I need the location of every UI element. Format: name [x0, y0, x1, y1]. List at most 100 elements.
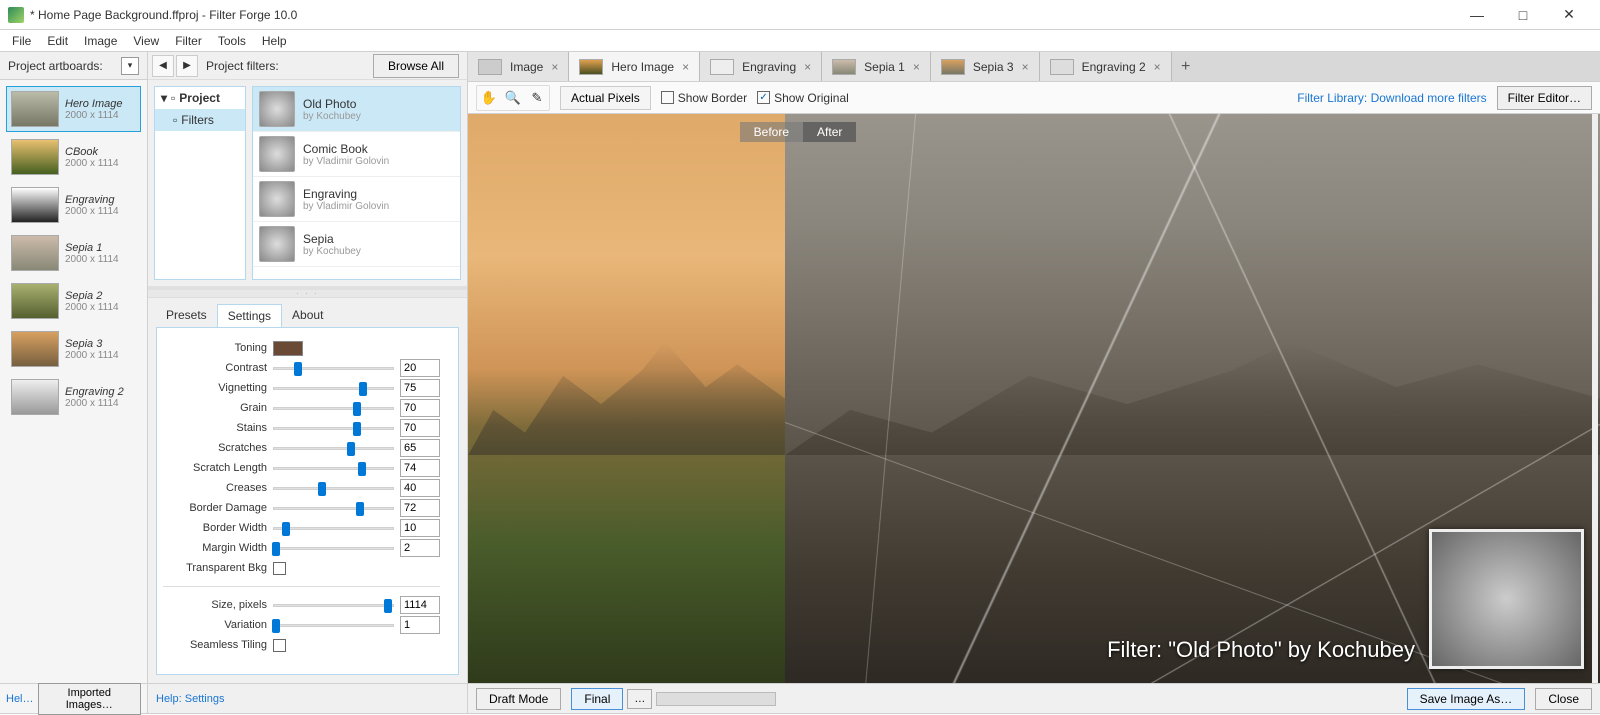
- close-window-button[interactable]: ✕: [1546, 0, 1592, 30]
- margin-width-value[interactable]: [400, 539, 440, 557]
- variation-value[interactable]: [400, 616, 440, 634]
- scratch-length-value[interactable]: [400, 459, 440, 477]
- document-tab[interactable]: Hero Image ×: [569, 52, 700, 81]
- variation-label: Variation: [163, 619, 273, 631]
- variation-slider[interactable]: [273, 618, 394, 632]
- creases-value[interactable]: [400, 479, 440, 497]
- close-tab-icon[interactable]: ×: [682, 60, 689, 74]
- filter-author: by Kochubey: [303, 111, 361, 122]
- artboard-item[interactable]: Hero Image 2000 x 1114: [6, 86, 141, 132]
- zoom-tool-icon[interactable]: 🔍: [503, 88, 523, 108]
- artboard-item[interactable]: CBook 2000 x 1114: [6, 134, 141, 180]
- nav-forward-button[interactable]: ▶: [176, 55, 198, 77]
- settings-panel: Toning Contrast Vignetting Grain Stains …: [156, 327, 459, 675]
- render-progress: [656, 692, 776, 706]
- actual-pixels-button[interactable]: Actual Pixels: [560, 86, 651, 110]
- border-width-value[interactable]: [400, 519, 440, 537]
- document-tabs: Image × Hero Image × Engraving × Sepia 1…: [468, 52, 1600, 82]
- minimize-button[interactable]: —: [1454, 0, 1500, 30]
- grain-label: Grain: [163, 402, 273, 414]
- menu-image[interactable]: Image: [76, 32, 125, 50]
- browse-all-button[interactable]: Browse All: [373, 54, 459, 78]
- size-pixels-value[interactable]: [400, 596, 440, 614]
- preview-canvas[interactable]: Before After Filter: "Old Photo" by Koch…: [468, 114, 1600, 683]
- preset-thumbnail[interactable]: [1429, 529, 1584, 669]
- document-tab[interactable]: Engraving 2 ×: [1040, 52, 1172, 81]
- close-button[interactable]: Close: [1535, 688, 1592, 710]
- toning-color-swatch[interactable]: [273, 341, 303, 356]
- artboard-item[interactable]: Engraving 2000 x 1114: [6, 182, 141, 228]
- filter-item[interactable]: Engraving by Vladimir Golovin: [253, 177, 460, 222]
- border-width-slider[interactable]: [273, 521, 394, 535]
- close-tab-icon[interactable]: ×: [1154, 60, 1161, 74]
- nav-back-button[interactable]: ◀: [152, 55, 174, 77]
- show-border-checkbox[interactable]: Show Border: [661, 91, 747, 105]
- document-tab[interactable]: Engraving ×: [700, 52, 822, 81]
- artboards-menu-button[interactable]: ▾: [121, 57, 139, 75]
- final-options-button[interactable]: …: [627, 689, 652, 709]
- close-tab-icon[interactable]: ×: [913, 60, 920, 74]
- menu-file[interactable]: File: [4, 32, 39, 50]
- border-damage-value[interactable]: [400, 499, 440, 517]
- artboard-name: Sepia 3: [65, 338, 136, 350]
- tab-thumbnail-icon: [710, 59, 734, 75]
- eyedropper-tool-icon[interactable]: ✎: [527, 88, 547, 108]
- creases-slider[interactable]: [273, 481, 394, 495]
- tab-about[interactable]: About: [282, 304, 333, 327]
- filter-item[interactable]: Sepia by Kochubey: [253, 222, 460, 267]
- help-link[interactable]: Hel…: [6, 693, 34, 705]
- new-tab-button[interactable]: +: [1172, 52, 1200, 81]
- contrast-slider[interactable]: [273, 361, 394, 375]
- filter-item[interactable]: Old Photo by Kochubey: [253, 87, 460, 132]
- splitter-handle[interactable]: · · ·: [148, 290, 467, 298]
- menu-help[interactable]: Help: [254, 32, 295, 50]
- seamless-tiling-checkbox[interactable]: [273, 639, 286, 652]
- draft-mode-button[interactable]: Draft Mode: [476, 688, 561, 710]
- menu-tools[interactable]: Tools: [210, 32, 254, 50]
- final-button[interactable]: Final: [571, 688, 623, 710]
- size-pixels-slider[interactable]: [273, 598, 394, 612]
- artboard-item[interactable]: Sepia 2 2000 x 1114: [6, 278, 141, 324]
- save-image-button[interactable]: Save Image As…: [1407, 688, 1526, 710]
- stains-value[interactable]: [400, 419, 440, 437]
- tab-label: Engraving 2: [1082, 60, 1146, 74]
- close-tab-icon[interactable]: ×: [1022, 60, 1029, 74]
- document-tab[interactable]: Image ×: [468, 52, 569, 81]
- filter-item[interactable]: Comic Book by Vladimir Golovin: [253, 132, 460, 177]
- artboard-item[interactable]: Engraving 2 2000 x 1114: [6, 374, 141, 420]
- help-settings-link[interactable]: Help: Settings: [148, 683, 467, 713]
- tab-presets[interactable]: Presets: [156, 304, 217, 327]
- scratches-slider[interactable]: [273, 441, 394, 455]
- menu-edit[interactable]: Edit: [39, 32, 76, 50]
- close-tab-icon[interactable]: ×: [551, 60, 558, 74]
- show-original-checkbox[interactable]: ✓ Show Original: [757, 91, 849, 105]
- imported-images-button[interactable]: Imported Images…: [38, 683, 141, 715]
- document-tab[interactable]: Sepia 1 ×: [822, 52, 931, 81]
- scratches-label: Scratches: [163, 442, 273, 454]
- hand-tool-icon[interactable]: ✋: [479, 88, 499, 108]
- close-tab-icon[interactable]: ×: [804, 60, 811, 74]
- artboard-item[interactable]: Sepia 3 2000 x 1114: [6, 326, 141, 372]
- contrast-value[interactable]: [400, 359, 440, 377]
- vignetting-value[interactable]: [400, 379, 440, 397]
- border-damage-slider[interactable]: [273, 501, 394, 515]
- grain-slider[interactable]: [273, 401, 394, 415]
- filter-library-link[interactable]: Filter Library: Download more filters: [1297, 91, 1486, 105]
- scratch-length-slider[interactable]: [273, 461, 394, 475]
- filter-editor-button[interactable]: Filter Editor…: [1497, 86, 1592, 110]
- grain-value[interactable]: [400, 399, 440, 417]
- artboard-item[interactable]: Sepia 1 2000 x 1114: [6, 230, 141, 276]
- filter-caption: Filter: "Old Photo" by Kochubey: [1107, 637, 1415, 663]
- margin-width-slider[interactable]: [273, 541, 394, 555]
- document-tab[interactable]: Sepia 3 ×: [931, 52, 1040, 81]
- vignetting-slider[interactable]: [273, 381, 394, 395]
- tab-settings[interactable]: Settings: [217, 304, 282, 327]
- menu-filter[interactable]: Filter: [167, 32, 210, 50]
- maximize-button[interactable]: □: [1500, 0, 1546, 30]
- stains-slider[interactable]: [273, 421, 394, 435]
- menu-view[interactable]: View: [125, 32, 167, 50]
- tree-leaf-filters[interactable]: ▫ Filters: [155, 109, 245, 131]
- scratches-value[interactable]: [400, 439, 440, 457]
- tree-root-project[interactable]: ▾ ▫ Project: [155, 87, 245, 109]
- transparent-bkg-checkbox[interactable]: [273, 562, 286, 575]
